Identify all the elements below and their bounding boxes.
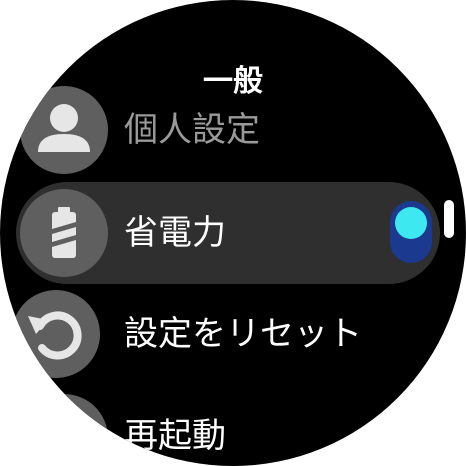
toggle-knob (395, 207, 427, 239)
menu-item-restart[interactable]: 再起動 (0, 394, 466, 466)
watch-screen: 一般 個人設定 省電力 設定をリセット 再起動 (0, 0, 466, 466)
scrollbar[interactable] (444, 200, 454, 238)
person-icon (20, 86, 108, 174)
battery-icon (20, 189, 108, 277)
reset-icon (12, 290, 100, 378)
menu-item-label: 再起動 (124, 416, 226, 456)
restart-icon (20, 394, 108, 466)
menu-item-label: 個人設定 (124, 110, 260, 150)
menu-item-reset-settings[interactable]: 設定をリセット (0, 290, 466, 380)
power-saving-toggle[interactable] (390, 201, 432, 263)
menu-item-label: 省電力 (124, 213, 226, 253)
menu-item-personal-settings[interactable]: 個人設定 (0, 86, 466, 176)
menu-item-label: 設定をリセット (124, 314, 362, 354)
